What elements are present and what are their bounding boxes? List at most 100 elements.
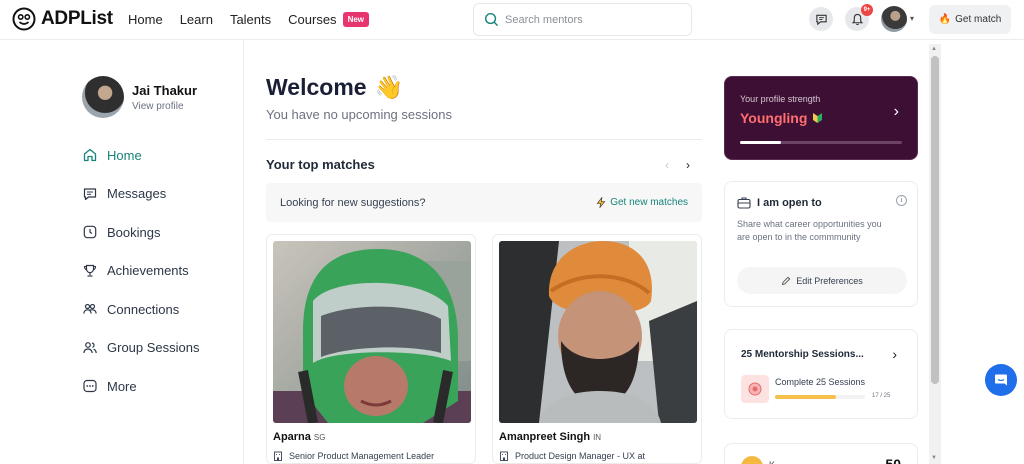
sidebar-item-label: More [107, 378, 137, 394]
sidebar: Jai Thakur View profile Home Messages Bo… [0, 40, 244, 464]
mentor-name-text: Aparna [273, 431, 311, 443]
fire-icon: 🔥 [938, 14, 952, 25]
bell-icon [851, 13, 863, 25]
mentorship-title: 25 Mentorship Sessions... [741, 349, 864, 360]
pencil-icon [782, 276, 791, 285]
notification-count-badge: 9+ [861, 4, 873, 16]
sessions-status: You have no upcoming sessions [266, 107, 452, 122]
connections-icon [83, 304, 97, 314]
open-to-description: Share what career opportunities you are … [737, 219, 882, 242]
clock-icon [83, 225, 97, 239]
mentor-role-text: Product Design Manager - UX at [515, 451, 646, 461]
top-navigation-bar: ADPList Home Learn Talents Courses New 9… [0, 0, 1024, 40]
mentor-role: Product Design Manager - UX at [499, 451, 645, 461]
mentor-card[interactable]: Amanpreet Singh IN Product Design Manager… [492, 234, 702, 464]
edit-preferences-label: Edit Preferences [796, 275, 863, 286]
logo[interactable]: ADPList [12, 7, 113, 31]
peek-text: K [769, 460, 775, 464]
sidebar-item-label: Connections [107, 301, 180, 317]
sidebar-item-connections[interactable]: Connections [82, 290, 200, 329]
chevron-right-icon[interactable]: › [686, 158, 690, 172]
section-title: Your top matches [266, 157, 375, 172]
sidebar-menu: Home Messages Bookings Achievements Conn… [82, 136, 200, 406]
notifications-button[interactable]: 9+ [845, 4, 873, 31]
scrollbar-thumb[interactable] [931, 56, 939, 384]
waving-hand-icon: 👋 [374, 74, 404, 100]
country-code: IN [593, 433, 602, 442]
leaderboard-card[interactable]: K 50 [724, 443, 918, 464]
chat-icon [995, 374, 1007, 386]
mentorship-progress-fill [775, 395, 837, 399]
chevron-right-icon[interactable]: › [892, 346, 897, 362]
nav-home[interactable]: Home [128, 12, 163, 27]
chevron-down-icon[interactable]: ▾ [910, 14, 914, 23]
scroll-down-icon[interactable]: ▼ [931, 455, 937, 461]
home-icon [83, 149, 97, 162]
building-icon [274, 451, 282, 461]
mentor-photo [499, 241, 697, 423]
get-match-label: Get match [955, 14, 1002, 25]
get-new-matches-button[interactable]: Get new matches [596, 197, 688, 208]
sidebar-item-bookings[interactable]: Bookings [82, 213, 200, 252]
mentor-role-text: Senior Product Management Leader [289, 451, 435, 461]
search-input[interactable] [505, 13, 675, 26]
avatar [741, 456, 763, 464]
open-to-title: I am open to [737, 196, 822, 209]
welcome-text: Welcome [266, 74, 367, 100]
avatar [82, 76, 124, 118]
mentorship-count: 17 / 25 [872, 393, 891, 399]
suggestion-banner: Looking for new suggestions? Get new mat… [266, 183, 702, 222]
mentor-card[interactable]: Aparna SG Senior Product Management Leade… [266, 234, 476, 464]
nav-talents[interactable]: Talents [230, 12, 271, 27]
support-chat-button[interactable] [985, 364, 1017, 396]
profile-summary[interactable]: Jai Thakur View profile [82, 76, 197, 118]
get-match-button[interactable]: 🔥 Get match [929, 5, 1011, 34]
mentorship-progress [775, 395, 865, 399]
sidebar-item-group-sessions[interactable]: Group Sessions [82, 329, 200, 368]
logo-text: ADPList [41, 8, 113, 29]
new-badge: New [342, 12, 370, 27]
mentor-role: Senior Product Management Leader [273, 451, 434, 461]
divider [266, 139, 702, 140]
nav-learn[interactable]: Learn [180, 12, 213, 27]
mentorship-sessions-card[interactable]: 25 Mentorship Sessions... › Complete 25 … [724, 329, 918, 419]
chevron-right-icon[interactable]: › [894, 103, 899, 121]
country-code: SG [313, 433, 326, 442]
sidebar-item-achievements[interactable]: Achievements [82, 252, 200, 291]
sidebar-item-label: Achievements [107, 263, 189, 279]
user-name: Jai Thakur [132, 82, 198, 98]
info-icon[interactable]: i [896, 195, 907, 206]
sidebar-item-more[interactable]: More [82, 367, 200, 406]
main-nav: Home Learn Talents Courses New [128, 12, 386, 27]
user-avatar-menu[interactable] [881, 6, 907, 32]
more-icon [83, 380, 97, 393]
suggestion-text: Looking for new suggestions? [280, 196, 426, 209]
peek-number: 50 [885, 456, 901, 464]
sidebar-item-home[interactable]: Home [82, 136, 200, 175]
open-to-card: I am open to i Share what career opportu… [724, 181, 918, 307]
page-title: Welcome 👋 [266, 74, 403, 101]
trophy-icon [83, 264, 97, 277]
chevron-left-icon[interactable]: ‹ [665, 158, 669, 172]
scroll-up-icon[interactable]: ▲ [931, 46, 937, 52]
logo-icon [12, 7, 36, 31]
group-icon [83, 341, 97, 353]
profile-strength-card[interactable]: Your profile strength Youngling › [724, 76, 918, 160]
lightning-icon [596, 197, 606, 208]
search-bar[interactable] [473, 3, 692, 36]
mentor-name: Aparna SG [273, 431, 325, 443]
profile-level-text: Youngling [740, 110, 808, 126]
edit-preferences-button[interactable]: Edit Preferences [737, 267, 907, 294]
nav-courses[interactable]: Courses New [288, 12, 370, 27]
chat-icon [815, 14, 827, 25]
open-to-title-text: I am open to [757, 196, 822, 209]
sidebar-item-label: Messages [107, 186, 167, 202]
search-icon [484, 12, 499, 27]
view-profile-link[interactable]: View profile [132, 101, 197, 112]
briefcase-icon [737, 197, 751, 209]
message-icon [83, 188, 97, 200]
messages-button[interactable] [809, 7, 833, 31]
sidebar-item-messages[interactable]: Messages [82, 175, 200, 214]
beginner-leaf-icon [813, 113, 823, 123]
mentor-name-text: Amanpreet Singh [499, 431, 591, 443]
